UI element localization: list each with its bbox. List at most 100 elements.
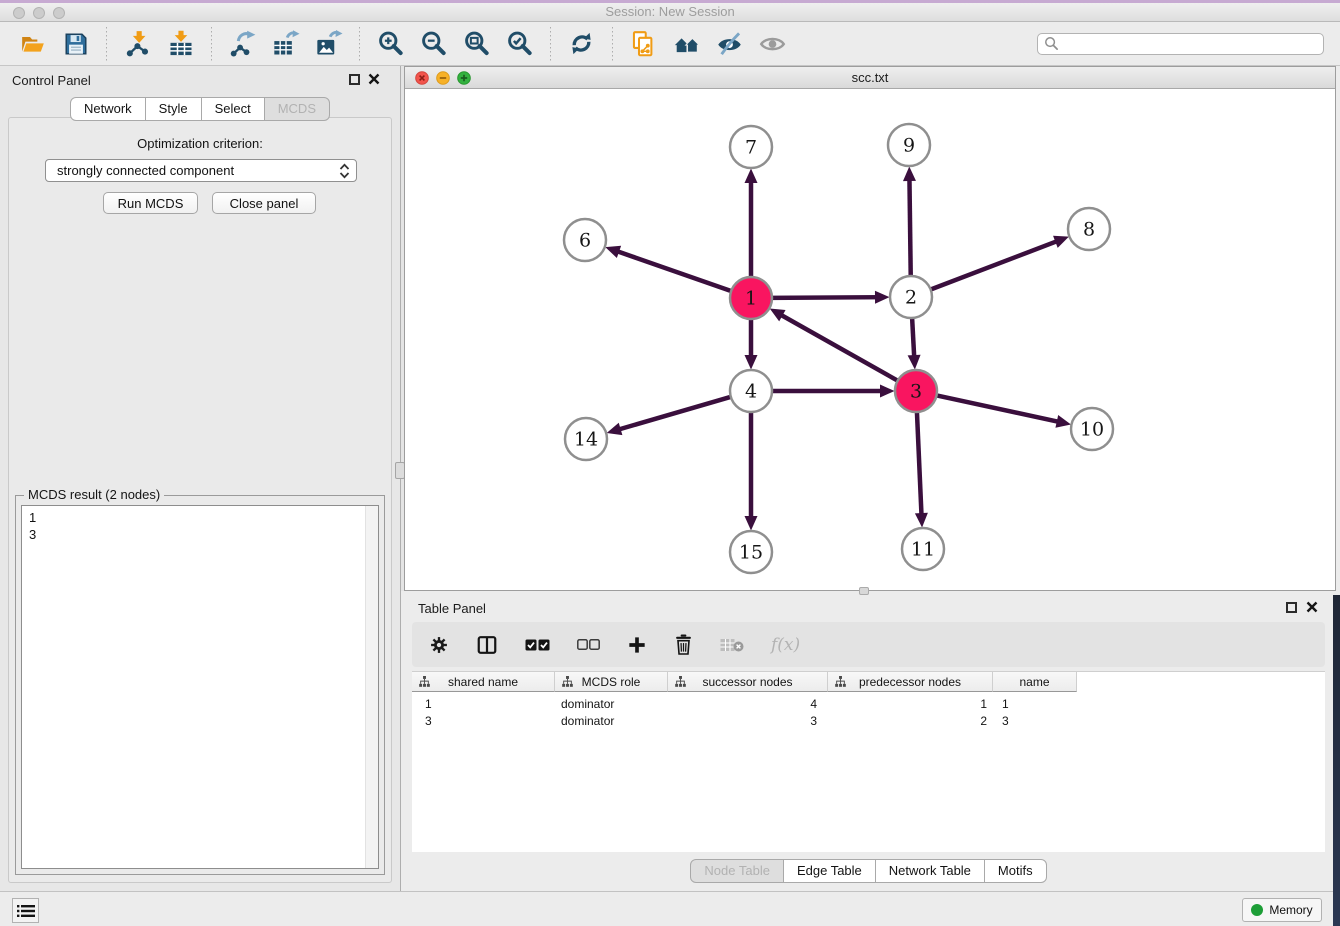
refresh-view-button[interactable] <box>563 26 600 62</box>
cell-mcds-role[interactable]: dominator <box>555 712 668 729</box>
cell-mcds-role[interactable]: dominator <box>555 695 668 712</box>
add-column-button[interactable] <box>627 635 647 655</box>
open-session-button[interactable] <box>14 26 51 62</box>
cell-predecessor-nodes[interactable]: 1 <box>828 695 993 712</box>
delete-column-button[interactable] <box>674 634 693 655</box>
column-header-predecessor-nodes[interactable]: predecessor nodes <box>828 672 993 692</box>
column-header-successor-nodes[interactable]: successor nodes <box>668 672 828 692</box>
close-panel-icon[interactable] <box>368 73 380 85</box>
delete-table-button-disabled <box>720 637 744 653</box>
column-header-mcds-role[interactable]: MCDS role <box>555 672 668 692</box>
graph-edge-arrowhead <box>903 166 916 181</box>
import-table-button[interactable] <box>162 26 199 62</box>
cell-name[interactable]: 1 <box>993 695 1077 712</box>
float-panel-icon[interactable] <box>349 74 360 85</box>
tab-select[interactable]: Select <box>202 97 265 121</box>
cell-successor-nodes[interactable]: 3 <box>668 712 828 729</box>
list-icon <box>17 904 35 918</box>
graph-edge-4-14[interactable] <box>615 397 732 431</box>
graph-edge-2-3[interactable] <box>912 317 914 361</box>
graph-node-label: 6 <box>579 230 591 252</box>
show-panel-button[interactable] <box>754 26 791 62</box>
graph-edge-3-10[interactable] <box>936 395 1063 422</box>
tab-node-table[interactable]: Node Table <box>690 859 784 883</box>
column-header-name[interactable]: name <box>993 672 1077 692</box>
column-header-shared-name[interactable]: shared name <box>412 672 555 692</box>
task-history-button[interactable] <box>12 898 39 923</box>
float-table-panel-icon[interactable] <box>1286 602 1297 613</box>
graph-node-label: 2 <box>905 287 917 309</box>
export-table-icon <box>272 30 300 58</box>
graph-edge-3-1[interactable] <box>777 313 898 381</box>
open-folder-icon <box>19 31 47 57</box>
graph-edge-2-9[interactable] <box>909 175 910 277</box>
close-table-panel-icon[interactable] <box>1306 601 1318 613</box>
horizontal-splitter-handle[interactable] <box>859 587 869 595</box>
network-canvas[interactable]: 7968124314101511 <box>405 89 1335 590</box>
search-box[interactable] <box>1037 33 1324 55</box>
export-network-button[interactable] <box>224 26 261 62</box>
graph-edge-arrowhead <box>745 355 758 370</box>
graph-edge-arrowhead <box>915 513 928 528</box>
export-image-button[interactable] <box>310 26 347 62</box>
graph-edge-1-6[interactable] <box>613 250 732 292</box>
close-panel-button[interactable]: Close panel <box>212 192 316 214</box>
mcds-result-textarea[interactable]: 1 3 <box>21 505 379 869</box>
fx-label: f(x) <box>771 635 800 655</box>
clone-network-button[interactable] <box>625 26 662 62</box>
search-input[interactable] <box>1064 35 1317 53</box>
eye-slash-icon <box>716 30 743 57</box>
run-mcds-button[interactable]: Run MCDS <box>103 192 198 214</box>
graph-edge-2-8[interactable] <box>930 240 1061 290</box>
memory-label: Memory <box>1269 903 1312 917</box>
network-overview-button[interactable] <box>668 26 705 62</box>
tab-network-table[interactable]: Network Table <box>876 859 985 883</box>
toolbar-separator <box>550 27 551 61</box>
column-label: name <box>1019 675 1049 689</box>
import-network-button[interactable] <box>119 26 156 62</box>
table-row[interactable]: 3 dominator 3 2 3 <box>412 712 1077 729</box>
export-table-button[interactable] <box>267 26 304 62</box>
graph-node-label: 8 <box>1083 219 1095 241</box>
cell-predecessor-nodes[interactable]: 2 <box>828 712 993 729</box>
cell-successor-nodes[interactable]: 4 <box>668 695 828 712</box>
zoom-selected-button[interactable] <box>501 26 538 62</box>
tab-motifs[interactable]: Motifs <box>985 859 1047 883</box>
zoom-out-button[interactable] <box>415 26 452 62</box>
save-session-button[interactable] <box>57 26 94 62</box>
select-all-button[interactable] <box>525 639 550 651</box>
clone-network-icon <box>630 30 657 58</box>
hide-panel-button[interactable] <box>711 26 748 62</box>
table-panel: Table Panel <box>404 595 1333 891</box>
checked-boxes-icon <box>525 639 550 651</box>
cell-shared-name[interactable]: 1 <box>412 695 555 712</box>
show-columns-button[interactable] <box>476 634 498 656</box>
graph-edge-arrowhead <box>908 355 921 370</box>
zoom-fit-button[interactable] <box>458 26 495 62</box>
tab-mcds[interactable]: MCDS <box>265 97 330 121</box>
graph-edge-3-11[interactable] <box>917 411 922 519</box>
table-tabs: Node Table Edge Table Network Table Moti… <box>404 859 1333 883</box>
zoom-out-icon <box>420 30 447 57</box>
tab-edge-table[interactable]: Edge Table <box>784 859 876 883</box>
graph-edge-1-2[interactable] <box>771 297 881 298</box>
network-maximize-button[interactable] <box>457 71 471 85</box>
cell-name[interactable]: 3 <box>993 712 1077 729</box>
graph-node-label: 15 <box>739 542 763 564</box>
network-minimize-button[interactable] <box>436 71 450 85</box>
table-settings-button[interactable] <box>429 635 449 655</box>
graph-edge-arrowhead <box>1055 415 1071 428</box>
deselect-all-button[interactable] <box>577 639 600 650</box>
tab-style[interactable]: Style <box>146 97 202 121</box>
network-close-button[interactable] <box>415 71 429 85</box>
memory-button[interactable]: Memory <box>1242 898 1322 922</box>
result-scrollbar[interactable] <box>365 506 378 868</box>
column-label: predecessor nodes <box>859 675 961 689</box>
zoom-in-button[interactable] <box>372 26 409 62</box>
table-row[interactable]: 1 dominator 4 1 1 <box>412 695 1077 712</box>
tab-network[interactable]: Network <box>70 97 146 121</box>
cell-shared-name[interactable]: 3 <box>412 712 555 729</box>
unchecked-boxes-icon <box>577 639 600 650</box>
graph-edge-arrowhead <box>745 516 758 531</box>
criterion-select[interactable]: strongly connected component <box>45 159 357 182</box>
